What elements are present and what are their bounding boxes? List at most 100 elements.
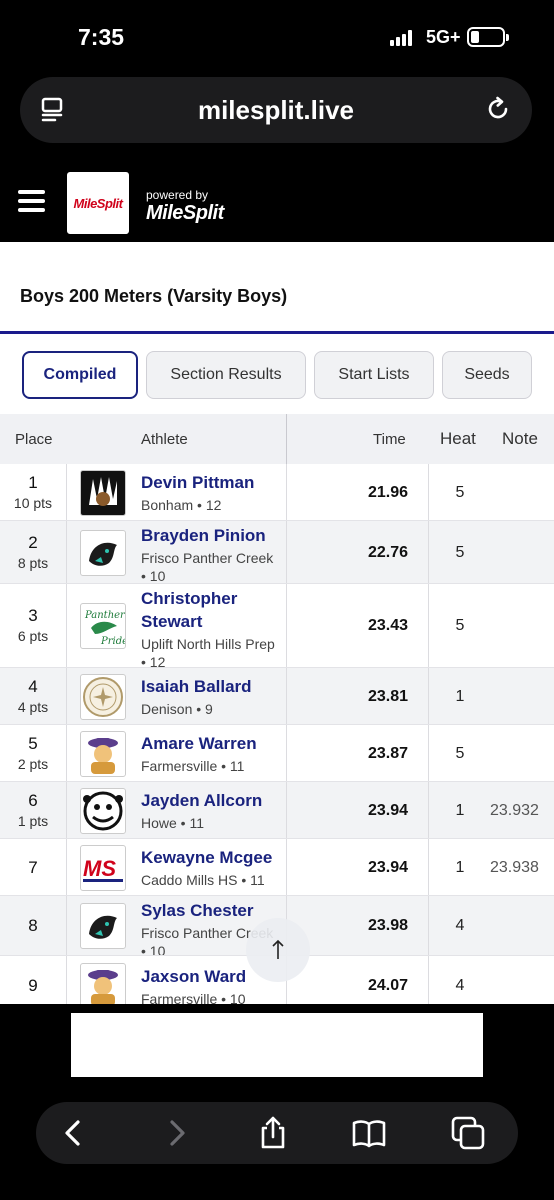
place-cell: 7	[0, 858, 66, 878]
powered-by-logo: MileSplit	[146, 202, 224, 224]
back-icon[interactable]	[56, 1115, 92, 1151]
time-cell: 24.07	[367, 977, 408, 994]
athlete-name-link[interactable]: Christopher Stewart	[141, 587, 281, 633]
denison-seal-logo	[80, 674, 126, 720]
table-row[interactable]: 6 1 pts Jayden Allcorn Howe • 11 23.94 1 23.93…	[0, 782, 554, 839]
ms-logo: MS	[80, 845, 126, 891]
milesplit-logo[interactable]: MileSplit	[67, 172, 129, 234]
table-row[interactable]: 5 2 pts Amare Warren Farmersville • 11 23.87…	[0, 725, 554, 782]
place-points: 2 pts	[17, 756, 49, 772]
panther-logo	[80, 903, 126, 949]
place-number: 7	[28, 858, 38, 877]
athlete-team: Farmersville • 10	[141, 991, 246, 1004]
heat-cell: 4	[455, 917, 465, 934]
athlete-name-link[interactable]: Brayden Pinion	[141, 524, 281, 547]
header-heat: Heat	[440, 429, 476, 448]
header-time: Time	[373, 431, 406, 448]
place-cell: 8	[0, 916, 66, 936]
heat-cell: 5	[455, 745, 465, 762]
athlete-team: Howe • 11	[141, 815, 205, 831]
arrow-up-icon	[272, 939, 284, 959]
heat-cell: 1	[455, 859, 465, 876]
place-points: 10 pts	[13, 495, 53, 511]
ad-banner[interactable]	[71, 1013, 483, 1077]
place-points: 8 pts	[17, 555, 49, 571]
place-cell: 1 10 pts	[0, 473, 66, 511]
place-number: 6	[28, 791, 38, 810]
athlete-cell: Devin Pittman Bonham • 12	[141, 471, 281, 514]
time-cell: 22.76	[367, 544, 408, 561]
title-divider	[0, 331, 554, 334]
place-number: 1	[28, 473, 38, 492]
bookmarks-icon[interactable]	[351, 1115, 387, 1151]
athlete-name-link[interactable]: Jayden Allcorn	[141, 789, 281, 812]
athlete-team: Uplift North Hills Prep • 12	[141, 636, 275, 670]
table-row[interactable]: 1 10 pts Devin Pittman Bonham • 12 21.96 5	[0, 464, 554, 521]
network-type: 5G+	[426, 27, 461, 47]
panther-pride-logo: Panther Pride	[80, 603, 126, 649]
table-row[interactable]: 7 MS Kewayne Mcgee Caddo Mills HS • 11 23.94…	[0, 839, 554, 896]
athlete-name-link[interactable]: Isaiah Ballard	[141, 675, 281, 698]
table-row[interactable]: 3 6 pts Panther Pride Christopher StewartUpl…	[0, 584, 554, 670]
athlete-team: Bonham • 12	[141, 497, 222, 513]
results-content: Boys 200 Meters (Varsity Boys) Compiled …	[0, 242, 554, 1004]
time-cell: 23.43	[367, 617, 408, 634]
place-cell: 3 6 pts	[0, 606, 66, 644]
time-cell: 23.94	[367, 802, 408, 819]
header-note: Note	[502, 429, 538, 448]
place-number: 8	[28, 916, 38, 935]
heat-cell: 5	[455, 484, 465, 501]
panther-logo	[80, 530, 126, 576]
athlete-cell: Jayden Allcorn Howe • 11	[141, 789, 281, 832]
heat-cell: 1	[455, 688, 465, 705]
tab-section-results[interactable]: Section Results	[146, 351, 306, 399]
athlete-cell: Amare Warren Farmersville • 11	[141, 732, 281, 775]
place-points: 6 pts	[17, 628, 49, 644]
athlete-name-link[interactable]: Kewayne Mcgee	[141, 846, 281, 869]
tabs-icon[interactable]	[450, 1115, 486, 1151]
athlete-name-link[interactable]: Amare Warren	[141, 732, 281, 755]
athlete-cell: Kewayne Mcgee Caddo Mills HS • 11	[141, 846, 281, 889]
athlete-team: Caddo Mills HS • 11	[141, 872, 265, 888]
table-row[interactable]: 2 8 pts Brayden Pinion Frisco Panther Creek…	[0, 521, 554, 584]
status-time: 7:35	[78, 24, 125, 50]
time-cell: 23.94	[367, 859, 408, 876]
athlete-cell: Brayden Pinion Frisco Panther Creek • 10	[141, 524, 281, 585]
battery-icon	[467, 27, 509, 47]
athlete-name-link[interactable]: Devin Pittman	[141, 471, 281, 494]
tab-start-lists[interactable]: Start Lists	[314, 351, 434, 399]
athlete-team: Denison • 9	[141, 701, 213, 717]
svg-text:Pride: Pride	[100, 636, 125, 647]
table-row[interactable]: 4 4 pts Isaiah Ballard Denison • 9 23.81 1	[0, 668, 554, 725]
athlete-team: Farmersville • 11	[141, 758, 245, 774]
logo-text: MileSplit	[73, 195, 123, 211]
scroll-to-top-button[interactable]	[246, 918, 310, 982]
place-cell: 6 1 pts	[0, 791, 66, 829]
note-cell: 23.938	[490, 859, 539, 876]
svg-text:MS: MS	[83, 856, 116, 881]
indian-chief-logo	[80, 470, 126, 516]
forward-icon[interactable]	[158, 1115, 194, 1151]
tab-compiled[interactable]: Compiled	[22, 351, 138, 399]
site-header: MileSplit powered by MileSplit	[0, 162, 554, 242]
heat-cell: 1	[455, 802, 465, 819]
results-tabs: Compiled Section Results Start Lists See…	[0, 351, 554, 399]
reload-icon[interactable]	[484, 95, 512, 123]
address-bar[interactable]: milesplit.live	[20, 77, 532, 143]
athlete-name-link[interactable]: Sylas Chester	[141, 899, 281, 922]
tab-seeds[interactable]: Seeds	[442, 351, 532, 399]
athlete-team: Frisco Panther Creek • 10	[141, 550, 274, 584]
place-points: 4 pts	[17, 699, 49, 715]
cellular-signal-icon	[390, 30, 414, 46]
header-athlete: Athlete	[141, 431, 188, 448]
heat-cell: 5	[455, 544, 465, 561]
farmer-logo	[80, 731, 126, 777]
place-number: 9	[28, 976, 38, 995]
share-icon[interactable]	[255, 1115, 291, 1151]
heat-cell: 5	[455, 617, 465, 634]
svg-text:Panther: Panther	[84, 610, 125, 621]
status-bar: 7:35 5G+	[0, 0, 554, 72]
menu-icon[interactable]	[18, 190, 45, 212]
powered-by-label: powered by	[146, 188, 209, 202]
url-text[interactable]: milesplit.live	[20, 95, 532, 126]
